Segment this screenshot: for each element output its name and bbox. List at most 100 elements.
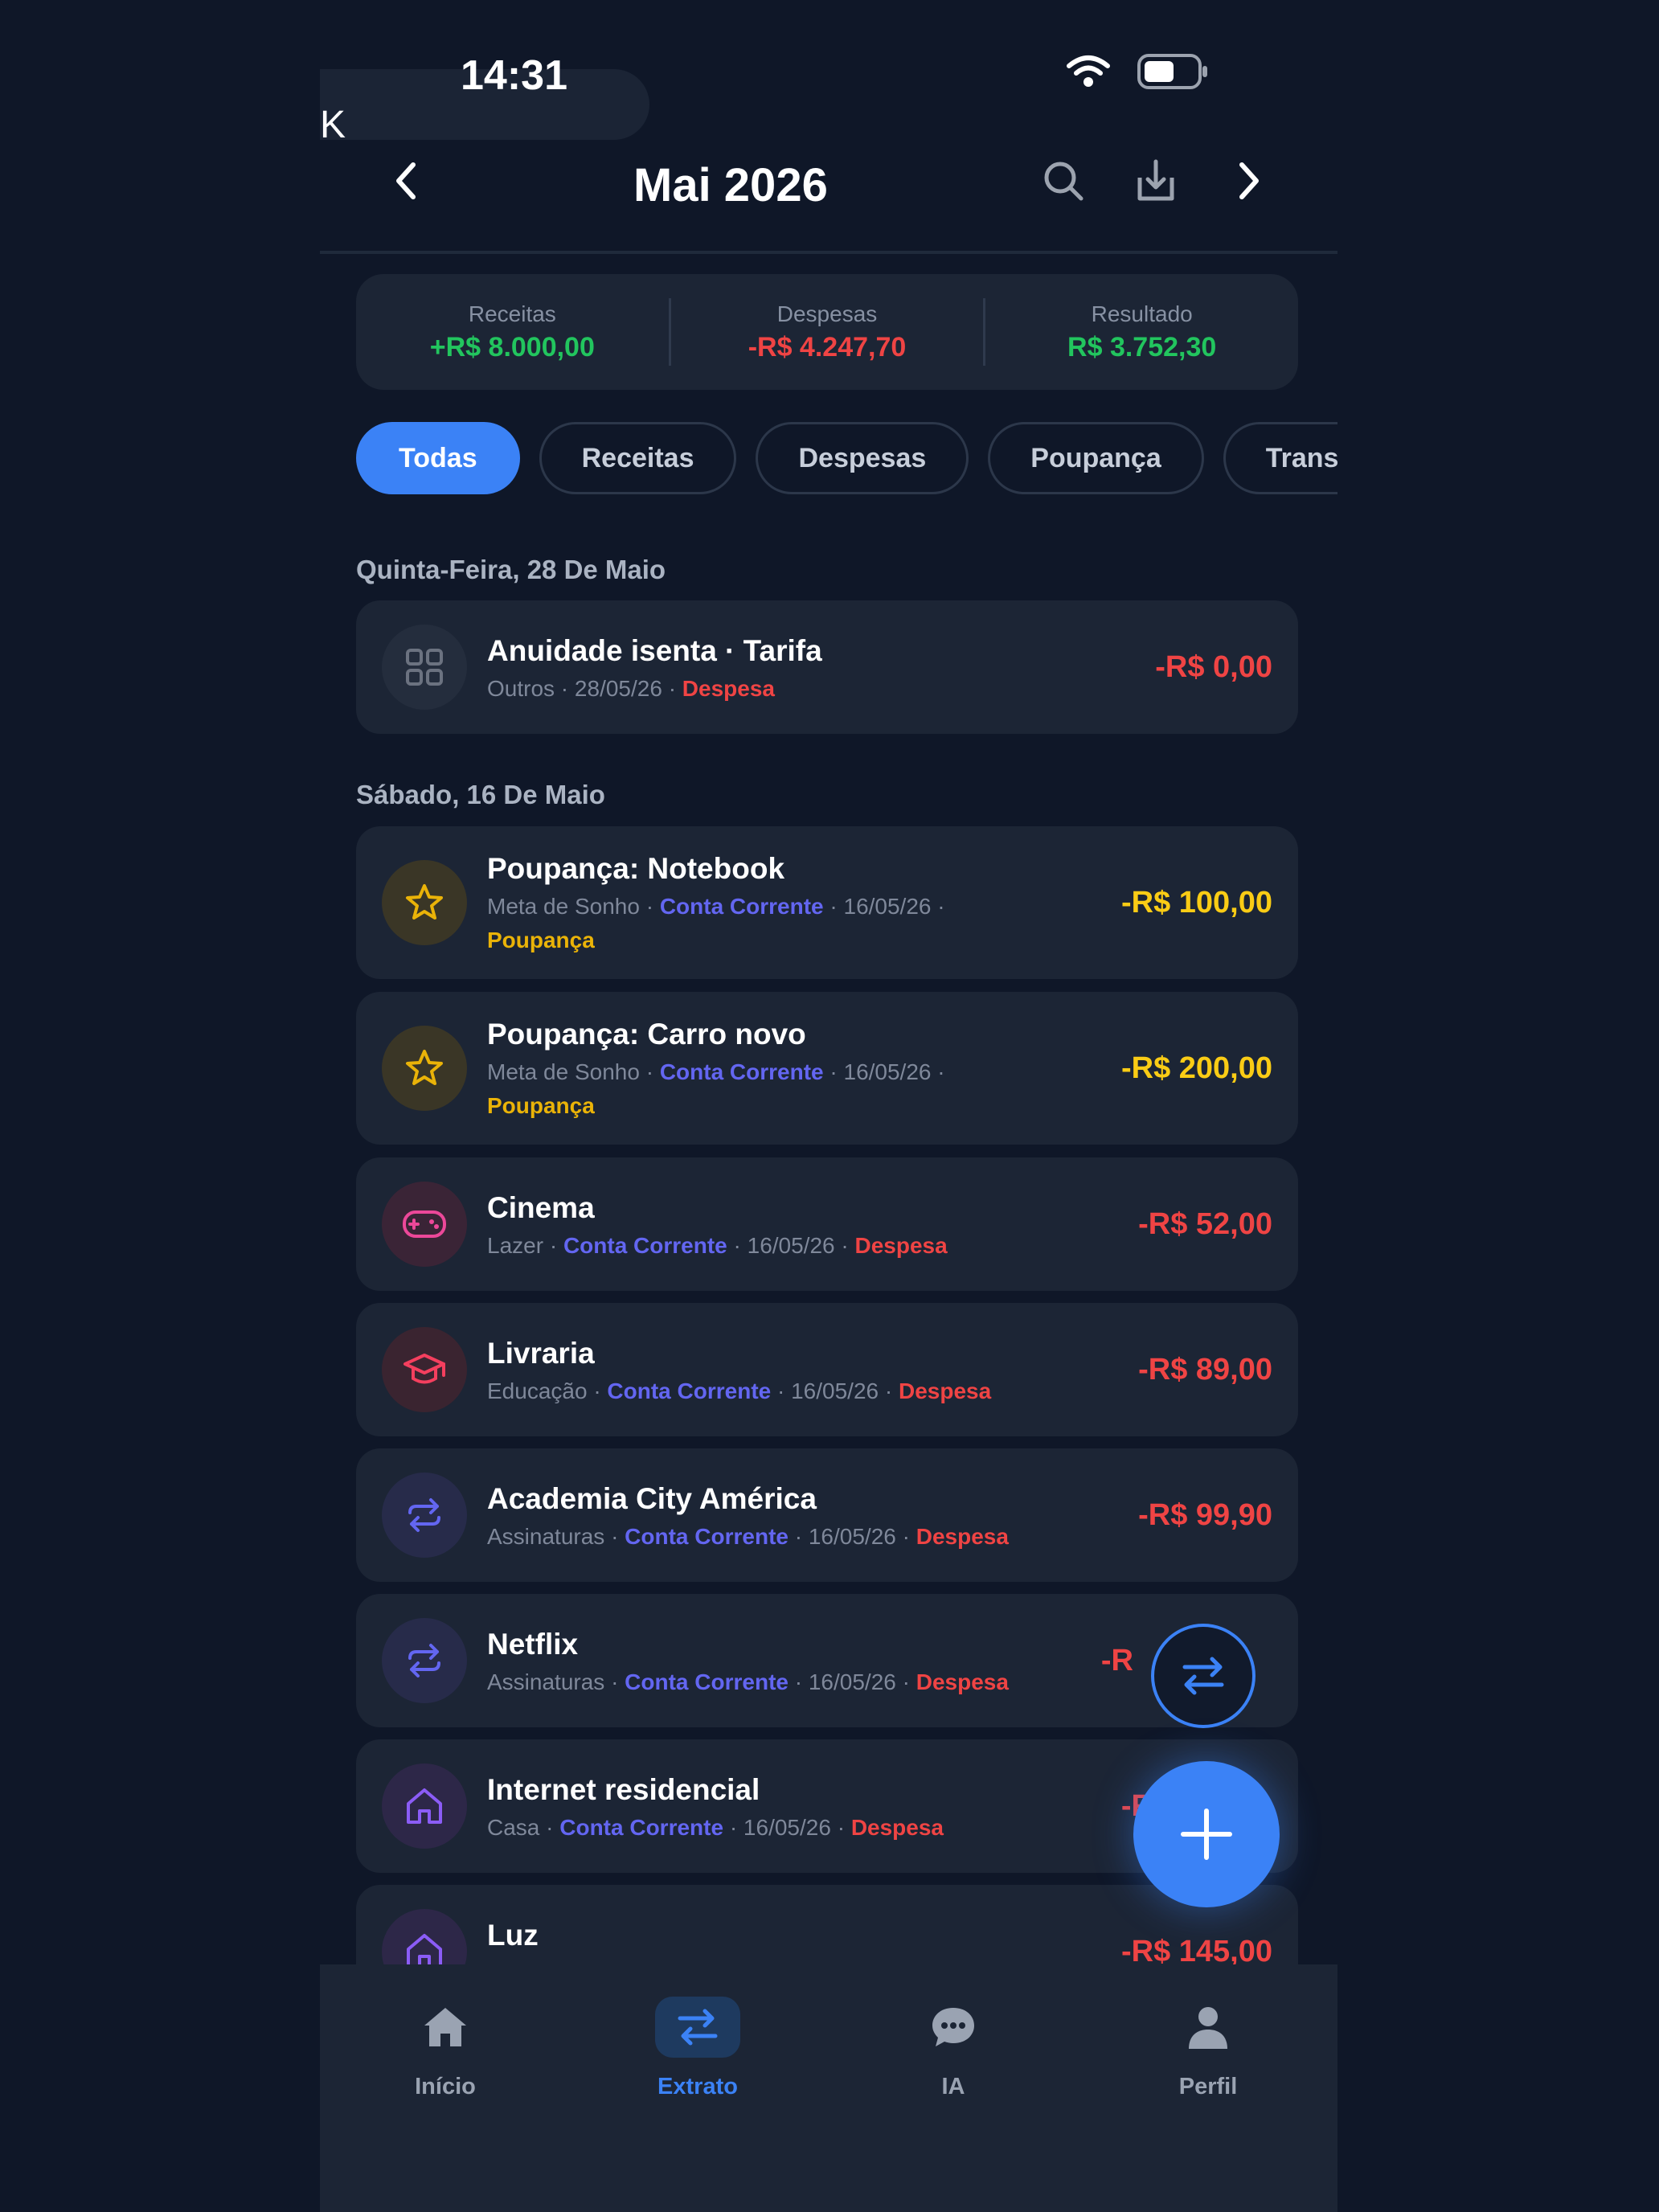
tab-icon-wrap bbox=[1165, 1997, 1251, 2058]
bottom-tab-bar: Início Extrato IA Perfil bbox=[320, 1964, 1337, 2212]
transaction-meta: Lazer · Conta Corrente · 16/05/26 · Desp… bbox=[487, 1233, 948, 1259]
result-label: Resultado bbox=[1091, 301, 1193, 326]
star-icon bbox=[406, 884, 443, 920]
transaction-category: Assinaturas · bbox=[487, 1524, 625, 1549]
filter-expenses[interactable]: Despesas bbox=[756, 422, 969, 494]
transaction-type: Despesa bbox=[854, 1233, 948, 1258]
chevron-left-icon bbox=[396, 162, 416, 199]
transaction-row[interactable]: Cinema Lazer · Conta Corrente · 16/05/26… bbox=[356, 1157, 1298, 1291]
transaction-date: · 16/05/26 · bbox=[727, 1233, 855, 1258]
transaction-amount: -R$ 200,00 bbox=[1120, 1051, 1272, 1085]
income-value: +R$ 8.000,00 bbox=[429, 331, 595, 363]
filter-all[interactable]: Todas bbox=[356, 422, 520, 494]
transaction-type-line: Poupança bbox=[487, 928, 595, 953]
tab-label: Extrato bbox=[657, 2074, 738, 2099]
search-icon bbox=[1044, 162, 1083, 201]
next-month-button[interactable] bbox=[1216, 149, 1280, 213]
transaction-type: Poupança bbox=[487, 928, 595, 952]
export-button[interactable] bbox=[1124, 149, 1188, 213]
back-to-app-label[interactable]: K bbox=[320, 103, 346, 147]
transaction-type: Despesa bbox=[682, 676, 775, 701]
transfer-fab-button[interactable] bbox=[1151, 1624, 1256, 1728]
transaction-title: Luz bbox=[487, 1919, 539, 1952]
transaction-meta: Outros · 28/05/26 · Despesa bbox=[487, 676, 775, 702]
transaction-date: · 16/05/26 · bbox=[823, 894, 945, 919]
transaction-date: · 16/05/26 · bbox=[788, 1524, 916, 1549]
transaction-meta: Casa · Conta Corrente · 16/05/26 · Despe… bbox=[487, 1815, 944, 1841]
transaction-date: · 16/05/26 · bbox=[771, 1378, 899, 1403]
filter-savings[interactable]: Poupança bbox=[988, 422, 1204, 494]
transaction-account: Conta Corrente bbox=[659, 1059, 824, 1084]
category-icon-wrap bbox=[382, 625, 467, 710]
tab-label: Início bbox=[415, 2074, 476, 2099]
transaction-type: Despesa bbox=[850, 1815, 944, 1840]
filter-transfers[interactable]: Trans bbox=[1223, 422, 1337, 494]
expense-summary: Despesas -R$ 4.247,70 bbox=[671, 274, 984, 390]
transaction-category: Outros · bbox=[487, 676, 575, 701]
home-icon bbox=[407, 1788, 442, 1824]
day-header: Sábado, 16 De Maio bbox=[356, 780, 605, 809]
transaction-row[interactable]: Livraria Educação · Conta Corrente · 16/… bbox=[356, 1303, 1298, 1436]
download-icon bbox=[1137, 159, 1174, 201]
phone-screen: K 14:31 Mai 2026 Receitas +R$ 8.000,00 D… bbox=[320, 0, 1337, 2212]
transaction-category: Lazer · bbox=[487, 1233, 563, 1258]
prev-month-button[interactable] bbox=[375, 149, 439, 213]
month-header: Mai 2026 bbox=[320, 149, 1337, 253]
chevron-right-icon bbox=[1239, 162, 1259, 199]
transaction-title: Poupança: Notebook bbox=[487, 852, 785, 885]
transaction-account: Conta Corrente bbox=[563, 1233, 727, 1258]
transaction-meta: Meta de Sonho · Conta Corrente · 16/05/2… bbox=[487, 1059, 945, 1085]
star-icon bbox=[406, 1050, 443, 1085]
transaction-category: Casa · bbox=[487, 1815, 560, 1840]
transaction-type-line: Poupança bbox=[487, 1093, 595, 1119]
transaction-category: Meta de Sonho · bbox=[487, 1059, 660, 1084]
tab-label: IA bbox=[941, 2074, 965, 2099]
transaction-account: Conta Corrente bbox=[659, 894, 824, 919]
transaction-meta: Educação · Conta Corrente · 16/05/26 · D… bbox=[487, 1378, 991, 1404]
add-transaction-button[interactable] bbox=[1133, 1761, 1280, 1907]
transaction-amount: -R bbox=[1100, 1644, 1133, 1677]
category-icon-wrap bbox=[382, 1182, 467, 1267]
repeat-icon bbox=[408, 1644, 440, 1677]
transaction-title: Internet residencial bbox=[487, 1773, 760, 1806]
transaction-title: Livraria bbox=[487, 1337, 595, 1370]
transaction-category: Educação · bbox=[487, 1378, 608, 1403]
transaction-title: Netflix bbox=[487, 1628, 579, 1661]
transaction-row[interactable]: Academia City América Assinaturas · Cont… bbox=[356, 1448, 1298, 1582]
category-icon-wrap bbox=[382, 1327, 467, 1412]
tab-icon-wrap bbox=[403, 1997, 488, 2058]
category-icon-wrap bbox=[382, 1763, 467, 1849]
tab-profile[interactable]: Perfil bbox=[1128, 1997, 1288, 2100]
transaction-account: Conta Corrente bbox=[559, 1815, 724, 1840]
transaction-category: Assinaturas · bbox=[487, 1669, 625, 1694]
transaction-type: Despesa bbox=[898, 1378, 992, 1403]
transaction-row[interactable]: Poupança: Notebook Meta de Sonho · Conta… bbox=[356, 826, 1298, 979]
transaction-date: · 16/05/26 · bbox=[788, 1669, 916, 1694]
wifi-icon bbox=[1067, 55, 1110, 87]
income-summary: Receitas +R$ 8.000,00 bbox=[356, 274, 669, 390]
month-summary-card: Receitas +R$ 8.000,00 Despesas -R$ 4.247… bbox=[356, 274, 1298, 390]
transaction-title: Anuidade isenta · Tarifa bbox=[487, 634, 822, 667]
tab-icon-wrap bbox=[911, 1997, 996, 2058]
day-header: Quinta-Feira, 28 De Maio bbox=[356, 555, 666, 584]
chat-icon bbox=[932, 2008, 974, 2046]
graduation-cap-icon bbox=[403, 1354, 445, 1384]
transaction-account: Conta Corrente bbox=[625, 1524, 789, 1549]
expense-label: Despesas bbox=[776, 301, 878, 326]
transaction-row[interactable]: Poupança: Carro novo Meta de Sonho · Con… bbox=[356, 992, 1298, 1145]
gamepad-icon bbox=[403, 1210, 446, 1238]
transaction-row[interactable]: Anuidade isenta · Tarifa Outros · 28/05/… bbox=[356, 600, 1298, 734]
plus-icon bbox=[1181, 1809, 1232, 1860]
tab-statement[interactable]: Extrato bbox=[617, 1997, 778, 2100]
tab-ai[interactable]: IA bbox=[873, 1997, 1034, 2100]
home-icon bbox=[424, 2008, 466, 2046]
status-icons bbox=[1066, 53, 1209, 90]
transaction-meta: Meta de Sonho · Conta Corrente · 16/05/2… bbox=[487, 894, 945, 920]
transaction-type: Poupança bbox=[487, 1093, 595, 1118]
category-icon-wrap bbox=[382, 1026, 467, 1111]
repeat-icon bbox=[408, 1498, 440, 1532]
filter-income[interactable]: Receitas bbox=[539, 422, 737, 494]
tab-home[interactable]: Início bbox=[365, 1997, 526, 2100]
transaction-title: Academia City América bbox=[487, 1482, 817, 1515]
search-button[interactable] bbox=[1031, 149, 1096, 213]
